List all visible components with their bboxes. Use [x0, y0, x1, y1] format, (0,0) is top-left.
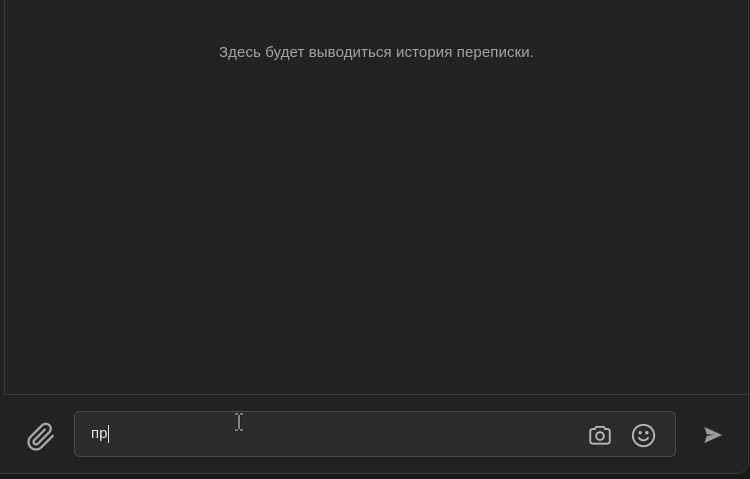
attach-button[interactable] [24, 420, 58, 454]
emoji-button[interactable] [628, 420, 658, 450]
smile-icon [631, 423, 655, 447]
message-input-text[interactable]: пр [91, 425, 110, 443]
message-composer: пр [0, 396, 748, 473]
paperclip-icon [27, 422, 54, 451]
send-button[interactable] [698, 420, 728, 450]
message-input-value: пр [91, 425, 108, 442]
message-input[interactable]: пр [74, 411, 676, 457]
camera-button[interactable] [585, 420, 615, 450]
send-icon [704, 426, 723, 444]
message-history: Здесь будет выводиться история переписки… [4, 0, 748, 395]
text-caret [108, 425, 110, 443]
chat-window: Здесь будет выводиться история переписки… [0, 0, 749, 474]
camera-icon [589, 425, 611, 445]
history-empty-text: Здесь будет выводиться история переписки… [219, 44, 534, 61]
